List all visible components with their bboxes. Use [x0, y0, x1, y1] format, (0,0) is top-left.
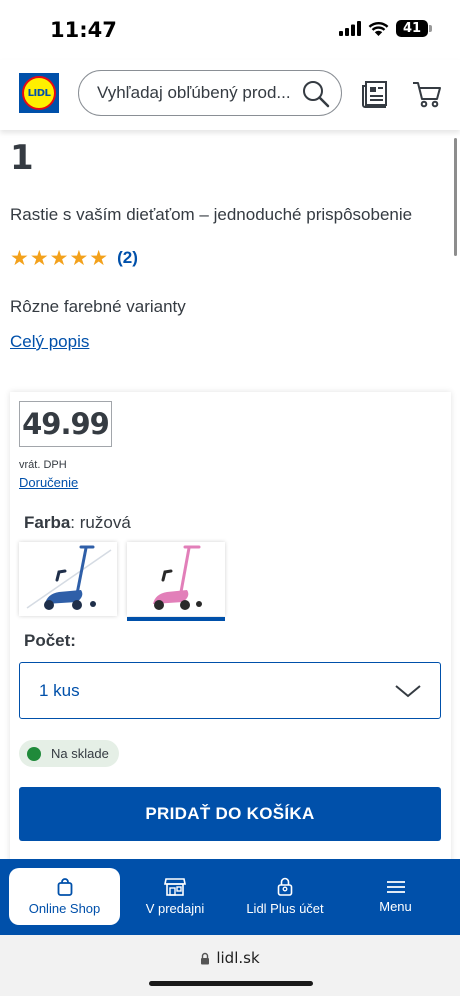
status-icons: 41	[339, 20, 432, 37]
status-time: 11:47	[50, 18, 117, 42]
scooter-blue-image	[26, 545, 112, 610]
nav-label: Menu	[379, 898, 412, 914]
lidl-logo[interactable]: LIDL	[19, 73, 59, 113]
nav-label: Lidl Plus účet	[246, 901, 324, 916]
cellular-signal-icon	[339, 21, 361, 36]
color-swatch-pink[interactable]	[127, 542, 225, 621]
add-to-cart-button[interactable]: PRIDAŤ DO KOŠÍKA	[19, 787, 441, 841]
rating-count[interactable]: (2)	[117, 248, 138, 268]
site-header: LIDL	[0, 60, 460, 130]
full-description-link[interactable]: Celý popis	[10, 332, 89, 352]
menu-icon	[386, 880, 405, 893]
product-rating[interactable]: ★★★★★ (2)	[10, 246, 138, 270]
wifi-icon	[368, 21, 389, 36]
buy-box: 49.99 vrát. DPH Doručenie Farba: ružová …	[10, 392, 451, 872]
price: 49.99	[19, 401, 112, 447]
logo-text: LIDL	[27, 87, 51, 99]
quantity-label: Počet:	[24, 631, 76, 650]
quantity-select[interactable]: 1 kus	[19, 662, 441, 719]
user-lock-icon	[277, 877, 293, 896]
stock-status-badge: Na sklade	[19, 740, 119, 767]
stock-dot-icon	[27, 746, 41, 761]
search-input[interactable]	[97, 83, 297, 103]
shopping-bag-icon	[57, 877, 72, 896]
color-label: Farba: ružová	[24, 513, 131, 533]
browser-url-bar[interactable]: lidl.sk	[0, 935, 460, 996]
color-swatch-blue[interactable]	[19, 542, 117, 616]
variants-text: Rôzne farebné varianty	[10, 297, 186, 316]
nav-label: Online Shop	[28, 900, 101, 916]
url-display[interactable]: lidl.sk	[0, 949, 460, 967]
delivery-link[interactable]: Doručenie	[19, 475, 78, 490]
nav-lidl-plus-account[interactable]: Lidl Plus účet	[240, 868, 330, 925]
nav-in-store[interactable]: V predajni	[126, 868, 224, 925]
stock-status-text: Na sklade	[51, 746, 109, 761]
chevron-down-icon	[395, 685, 421, 698]
store-icon	[164, 877, 186, 896]
status-bar: 11:47 41	[0, 0, 460, 60]
cart-icon[interactable]	[412, 80, 442, 108]
url-text: lidl.sk	[216, 949, 260, 967]
vat-note: vrát. DPH	[19, 459, 67, 471]
lock-icon	[201, 952, 210, 964]
color-label-key: Farba	[24, 513, 71, 532]
product-title-partial: 1	[10, 138, 34, 178]
nav-menu[interactable]: Menu	[348, 868, 443, 925]
bottom-nav: Online Shop V predajni Lidl Plus účet Me…	[0, 859, 460, 935]
search-box[interactable]	[78, 70, 342, 116]
search-icon[interactable]	[301, 79, 331, 109]
scooter-pink-image	[153, 545, 202, 610]
rating-stars-icon: ★★★★★	[10, 246, 110, 270]
scroll-indicator	[454, 138, 457, 256]
battery-icon: 41	[396, 20, 432, 37]
nav-label: V predajni	[145, 900, 205, 916]
color-value: : ružová	[70, 513, 131, 532]
product-subtitle: Rastie s vaším dieťaťom – jednoduché pri…	[10, 205, 413, 224]
shopping-list-icon[interactable]	[361, 80, 389, 108]
nav-online-shop[interactable]: Online Shop	[9, 868, 120, 925]
quantity-value: 1 kus	[39, 680, 80, 700]
logo-circle: LIDL	[22, 76, 56, 110]
home-indicator[interactable]	[149, 981, 313, 986]
